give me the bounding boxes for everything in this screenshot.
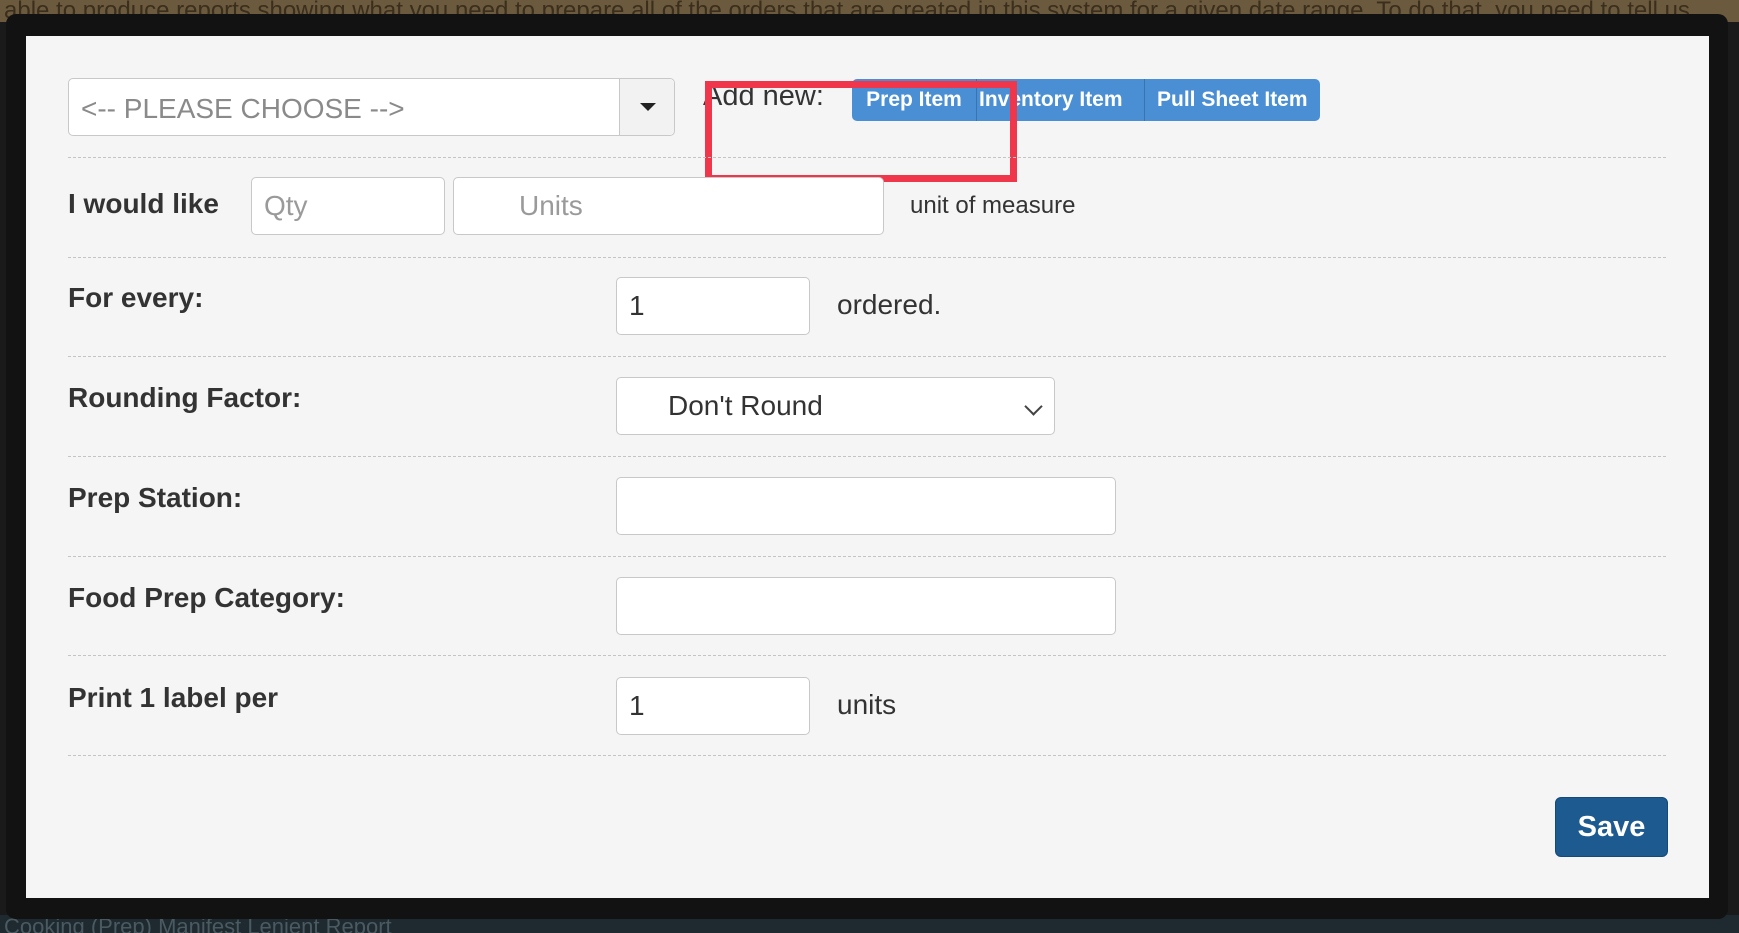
add-prep-item-button[interactable]: Prep Item: [852, 79, 977, 121]
rounding-factor-label: Rounding Factor:: [68, 382, 302, 413]
food-prep-category-label: Food Prep Category:: [68, 582, 345, 613]
item-select-placeholder: <-- PLEASE CHOOSE -->: [81, 93, 405, 124]
save-button[interactable]: Save: [1555, 797, 1668, 857]
divider: [68, 755, 1666, 756]
divider: [68, 356, 1666, 357]
prep-station-label: Prep Station:: [68, 482, 243, 513]
add-pull-sheet-item-button[interactable]: Pull Sheet Item: [1145, 79, 1320, 121]
add-new-label: Add new:: [703, 80, 824, 112]
prep-station-input[interactable]: [616, 477, 1116, 535]
rounding-factor-value: Don't Round: [668, 390, 823, 421]
divider: [68, 556, 1666, 557]
would-like-label: I would like: [68, 188, 219, 219]
divider: [68, 157, 1666, 158]
rounding-factor-select[interactable]: Don't Round: [616, 377, 1055, 435]
divider: [68, 257, 1666, 258]
print-label-input[interactable]: 1: [616, 677, 810, 735]
ordered-text: ordered.: [837, 289, 942, 320]
divider: [68, 456, 1666, 457]
modal-dialog: <-- PLEASE CHOOSE --> Add new: Prep Item…: [26, 36, 1709, 898]
item-select-dropdown[interactable]: <-- PLEASE CHOOSE -->: [68, 78, 675, 136]
print-label-label: Print 1 label per: [68, 682, 279, 713]
for-every-label: For every:: [68, 282, 204, 313]
for-every-input[interactable]: 1: [616, 277, 810, 335]
food-prep-category-input[interactable]: [616, 577, 1116, 635]
add-new-button-group: Prep Item Inventory Item Pull Sheet Item: [852, 79, 1320, 121]
divider: [68, 655, 1666, 656]
units-suffix-text: units: [837, 689, 897, 720]
dropdown-toggle-button[interactable]: [619, 79, 674, 135]
add-inventory-item-button[interactable]: Inventory Item: [977, 79, 1145, 121]
unit-of-measure-text: unit of measure: [910, 192, 1076, 219]
chevron-down-icon: [1024, 397, 1043, 416]
qty-input[interactable]: Qty: [251, 177, 445, 235]
caret-down-icon: [640, 103, 656, 111]
units-input[interactable]: Units: [453, 177, 884, 235]
